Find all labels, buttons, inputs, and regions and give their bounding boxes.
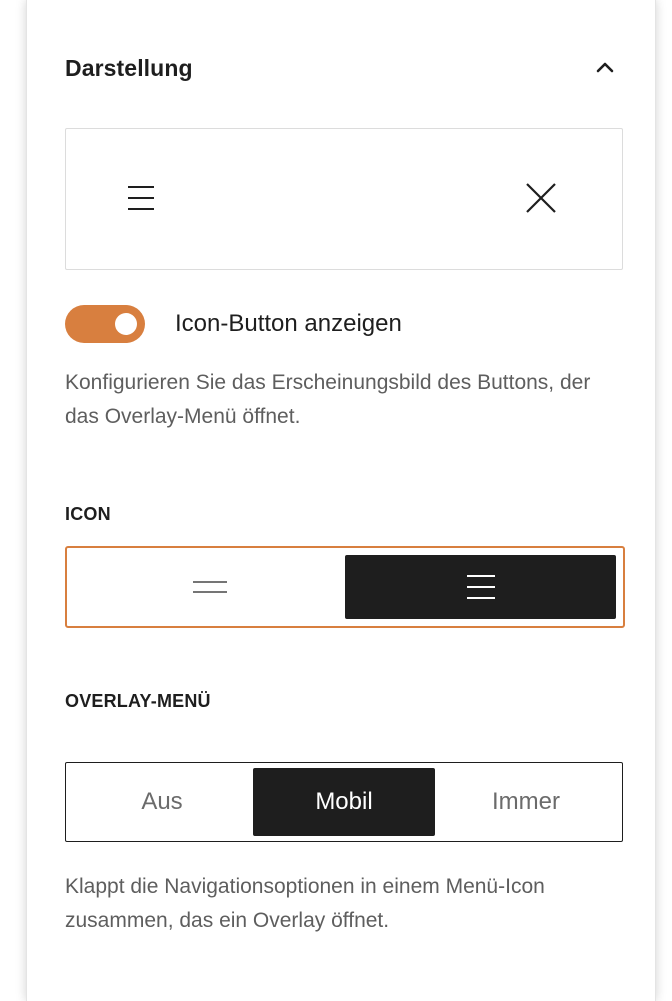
overlay-option-mobil[interactable]: Mobil — [253, 768, 435, 836]
icon-section-label: ICON — [65, 504, 111, 524]
overlay-option-aus[interactable]: Aus — [71, 768, 253, 836]
show-icon-button-toggle-row: Icon-Button anzeigen — [65, 300, 402, 348]
panel-header[interactable]: Darstellung — [65, 44, 625, 92]
icon-style-toggle-group — [65, 546, 625, 628]
overlay-help-text: Klappt die Navigationsoptionen in einem … — [65, 875, 545, 932]
show-icon-button-toggle[interactable] — [65, 305, 145, 343]
two-line-menu-icon — [192, 581, 227, 593]
chevron-up-icon — [596, 62, 614, 73]
icon-option-three-lines[interactable] — [345, 555, 616, 619]
overlay-section-label: OVERLAY-MENÜ — [65, 691, 211, 711]
panel-title: Darstellung — [65, 54, 193, 81]
overlay-option-immer[interactable]: Immer — [435, 768, 617, 836]
toggle-knob — [115, 313, 137, 335]
three-line-menu-icon — [466, 575, 495, 599]
close-icon — [526, 183, 556, 213]
icon-option-two-lines[interactable] — [74, 555, 345, 619]
toggle-label: Icon-Button anzeigen — [175, 310, 402, 337]
button-help-text: Konfigurieren Sie das Erscheinungsbild d… — [65, 371, 591, 428]
overlay-menu-segmented-control: Aus Mobil Immer — [65, 762, 623, 842]
settings-panel: Darstellung Icon-Button anzeigen Konfigu… — [26, 0, 656, 1001]
menu-preview — [65, 128, 623, 270]
menu-icon — [128, 186, 154, 210]
collapse-button[interactable] — [585, 48, 625, 88]
